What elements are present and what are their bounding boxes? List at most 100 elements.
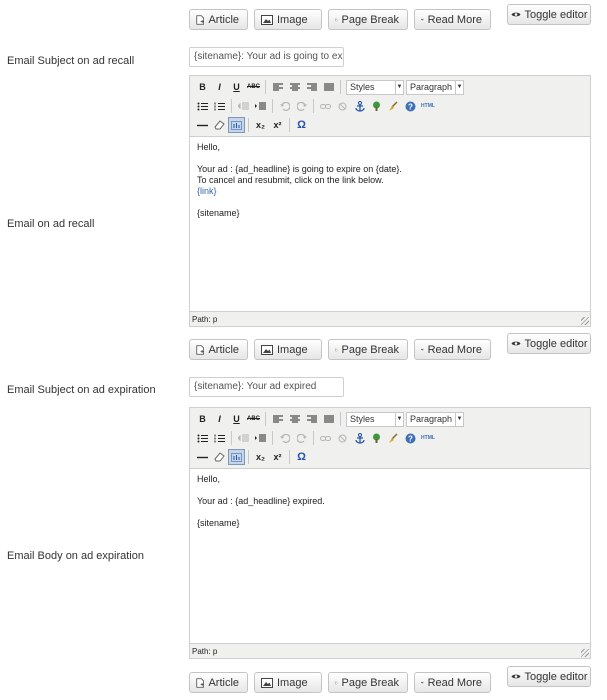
- unlink-button[interactable]: [334, 430, 351, 446]
- horizontal-rule-button[interactable]: [194, 449, 211, 465]
- toggle-editor-button[interactable]: Toggle editor: [507, 333, 591, 354]
- page-break-button-label: Page Break: [341, 676, 399, 689]
- svg-text:?: ?: [408, 434, 413, 443]
- redo-button[interactable]: [293, 98, 310, 114]
- help-button[interactable]: ?: [402, 98, 419, 114]
- remove-format-button[interactable]: [211, 117, 228, 133]
- horizontal-rule-icon: [197, 124, 208, 126]
- bullet-list-button[interactable]: [194, 430, 211, 446]
- toolbar-separator: [231, 431, 232, 445]
- toggle-editor-button[interactable]: Toggle editor: [507, 4, 591, 25]
- link-button[interactable]: [317, 98, 334, 114]
- indent-button[interactable]: [252, 98, 269, 114]
- expiration-subject-input[interactable]: {sitename}: Your ad expired: [189, 377, 344, 397]
- numbered-list-button[interactable]: [211, 98, 228, 114]
- special-character-button[interactable]: Ω: [293, 449, 310, 465]
- read-more-button[interactable]: Read More: [414, 672, 491, 693]
- content-line: {sitename}: [197, 518, 240, 528]
- content-line: Your ad : {ad_headline} is going to expi…: [197, 164, 402, 174]
- read-more-button[interactable]: Read More: [414, 9, 491, 30]
- horizontal-rule-button[interactable]: [194, 117, 211, 133]
- page-break-button[interactable]: Page Break: [328, 9, 408, 30]
- help-button[interactable]: ?: [402, 430, 419, 446]
- strikethrough-button[interactable]: ABC: [245, 79, 262, 95]
- toolbar-separator: [265, 412, 266, 426]
- html-source-button[interactable]: HTML: [419, 430, 437, 446]
- align-center-icon: [289, 83, 300, 90]
- anchor-button[interactable]: [351, 430, 368, 446]
- cleanup-button[interactable]: [385, 430, 402, 446]
- undo-button[interactable]: [276, 430, 293, 446]
- toolbar-separator: [272, 431, 273, 445]
- subscript-button[interactable]: x₂: [252, 449, 269, 465]
- image-button[interactable]: Image: [254, 9, 322, 30]
- toggle-editor-button[interactable]: Toggle editor: [507, 666, 591, 687]
- recall-email-content[interactable]: Hello, Your ad : {ad_headline} is going …: [190, 136, 590, 312]
- image-button[interactable]: Image: [254, 339, 322, 360]
- align-left-button[interactable]: [269, 79, 286, 95]
- toolbar-separator: [248, 450, 249, 464]
- redo-button[interactable]: [293, 430, 310, 446]
- recall-subject-input[interactable]: {sitename}: Your ad is going to expir: [189, 47, 344, 67]
- cleanup-button[interactable]: [385, 98, 402, 114]
- insert-image-button[interactable]: [368, 98, 385, 114]
- expiration-body-editor: B I U ABC Styles ▼ Paragraph ▼ ? HTML x₂…: [189, 407, 591, 659]
- article-icon: [196, 14, 205, 25]
- align-justify-button[interactable]: [320, 411, 337, 427]
- styles-select[interactable]: Styles ▼: [346, 411, 404, 427]
- bullet-list-button[interactable]: [194, 98, 211, 114]
- anchor-icon: [354, 432, 365, 444]
- expiration-body-content[interactable]: Hello, Your ad : {ad_headline} expired. …: [190, 468, 590, 644]
- numbered-list-button[interactable]: [211, 430, 228, 446]
- format-select-value: Paragraph: [410, 82, 453, 92]
- page-break-button[interactable]: Page Break: [328, 339, 408, 360]
- italic-button[interactable]: I: [211, 79, 228, 95]
- visual-aid-button[interactable]: [228, 117, 245, 133]
- visual-aid-button[interactable]: [228, 449, 245, 465]
- outdent-button[interactable]: [235, 98, 252, 114]
- undo-button[interactable]: [276, 98, 293, 114]
- resize-grip-icon[interactable]: [581, 649, 589, 657]
- html-source-button[interactable]: HTML: [419, 98, 437, 114]
- format-select[interactable]: Paragraph ▼: [406, 79, 464, 95]
- bold-button[interactable]: B: [194, 79, 211, 95]
- align-right-button[interactable]: [303, 411, 320, 427]
- indent-button[interactable]: [252, 430, 269, 446]
- chevron-down-icon: [421, 18, 424, 21]
- bold-button[interactable]: B: [194, 411, 211, 427]
- article-button[interactable]: Article: [189, 339, 248, 360]
- read-more-button[interactable]: Read More: [414, 339, 491, 360]
- format-select[interactable]: Paragraph ▼: [406, 411, 464, 427]
- underline-button[interactable]: U: [228, 79, 245, 95]
- link-button[interactable]: [317, 430, 334, 446]
- align-justify-button[interactable]: [320, 79, 337, 95]
- subscript-button[interactable]: x₂: [252, 117, 269, 133]
- article-button[interactable]: Article: [189, 672, 248, 693]
- underline-button[interactable]: U: [228, 411, 245, 427]
- image-button[interactable]: Image: [254, 672, 322, 693]
- superscript-button[interactable]: x²: [269, 117, 286, 133]
- remove-format-button[interactable]: [211, 449, 228, 465]
- dropdown-arrow-icon: ▼: [395, 80, 403, 94]
- strikethrough-button[interactable]: ABC: [245, 411, 262, 427]
- styles-select[interactable]: Styles ▼: [346, 79, 404, 95]
- insert-image-button[interactable]: [368, 430, 385, 446]
- outdent-button[interactable]: [235, 430, 252, 446]
- align-center-icon: [289, 415, 300, 422]
- italic-button[interactable]: I: [211, 411, 228, 427]
- numbered-list-icon: [214, 102, 225, 110]
- article-button-label: Article: [208, 343, 239, 356]
- superscript-button[interactable]: x²: [269, 449, 286, 465]
- toolbar-separator: [265, 80, 266, 94]
- article-button[interactable]: Article: [189, 9, 248, 30]
- align-right-button[interactable]: [303, 79, 320, 95]
- resize-grip-icon[interactable]: [581, 317, 589, 325]
- align-left-button[interactable]: [269, 411, 286, 427]
- help-icon: ?: [405, 433, 416, 443]
- page-break-button[interactable]: Page Break: [328, 672, 408, 693]
- align-center-button[interactable]: [286, 79, 303, 95]
- align-center-button[interactable]: [286, 411, 303, 427]
- unlink-button[interactable]: [334, 98, 351, 114]
- special-character-button[interactable]: Ω: [293, 117, 310, 133]
- anchor-button[interactable]: [351, 98, 368, 114]
